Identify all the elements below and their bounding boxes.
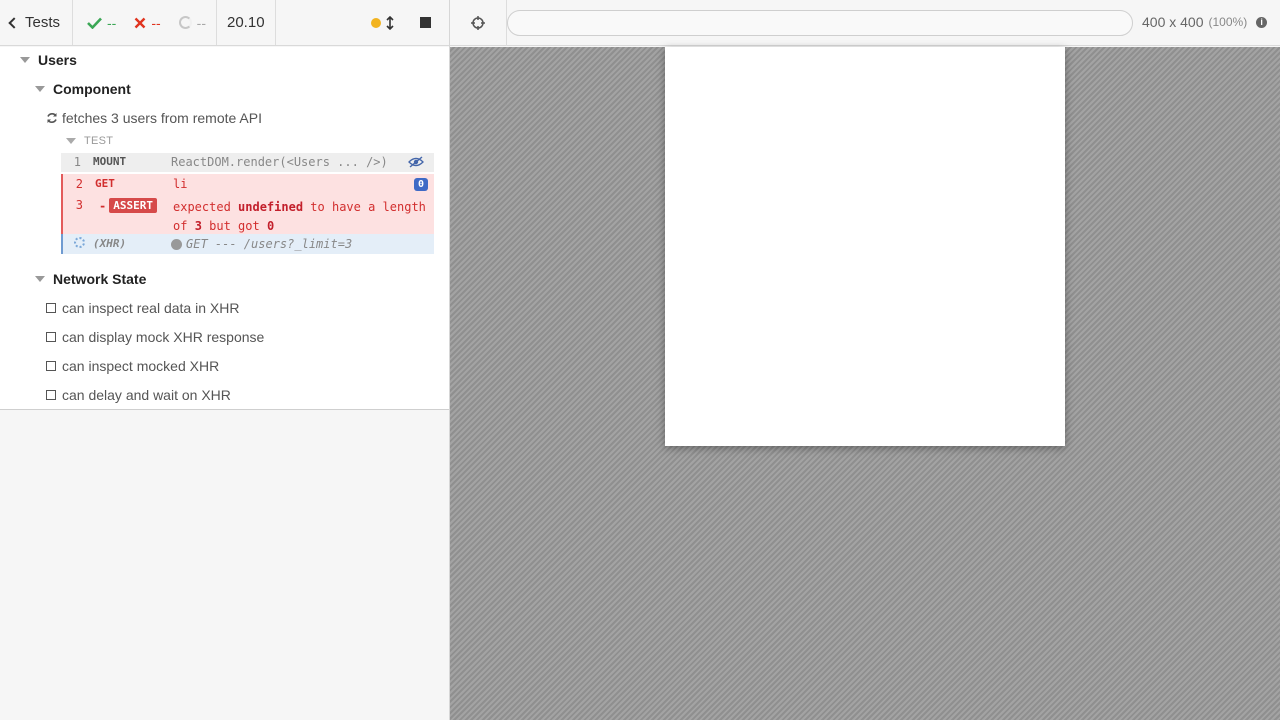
element-count-badge: 0: [413, 178, 428, 191]
command-message: ReactDOM.render(<Users ... />): [171, 155, 388, 169]
test-title: can inspect real data in XHR: [62, 300, 240, 316]
assert-message: expected undefined to have a length of 3…: [173, 198, 433, 236]
command-name-wrap: - ASSERT: [99, 198, 157, 213]
caret-down-icon: [35, 86, 45, 92]
aut-header: 400 x 400 (100%) i: [450, 0, 1280, 46]
suite-title: Users: [38, 52, 77, 68]
selector-playground-button[interactable]: [450, 0, 507, 46]
refresh-icon: [47, 113, 57, 123]
suite-title: Network State: [53, 271, 147, 287]
command-xhr[interactable]: (XHR) GET --- /users?_limit=3: [61, 234, 434, 254]
suite-component[interactable]: Component: [35, 81, 131, 97]
test-item[interactable]: can inspect real data in XHR: [46, 300, 239, 316]
msg-text: but got: [209, 219, 260, 233]
loading-spinner: [71, 237, 85, 251]
eye-slash-icon: [408, 156, 424, 168]
assert-badge: ASSERT: [109, 198, 157, 213]
msg-text: to have a length: [310, 200, 426, 214]
viewport-size: 400 x 400: [1142, 14, 1204, 30]
caret-down-icon: [35, 276, 45, 282]
reporter-panel: Tests -- -- -- 20.10 Users Component fet…: [0, 0, 450, 720]
msg-value: 3: [194, 219, 202, 233]
tests-label: Tests: [25, 14, 61, 31]
run-controls: [276, 0, 449, 45]
test-section-header[interactable]: TEST: [66, 135, 113, 147]
msg-text: expected: [173, 200, 231, 214]
stop-icon[interactable]: [420, 17, 431, 28]
command-name: MOUNT: [93, 155, 127, 168]
msg-value: undefined: [238, 200, 304, 214]
suite-users[interactable]: Users: [20, 52, 77, 68]
test-title: fetches 3 users from remote API: [62, 110, 262, 126]
test-status-icon: [46, 332, 56, 342]
caret-down-icon: [66, 138, 76, 144]
passed-count: --: [107, 14, 117, 31]
app-iframe[interactable]: [665, 47, 1065, 446]
test-header-label: TEST: [84, 135, 114, 147]
check-icon: [87, 17, 102, 29]
test-fetches-users[interactable]: fetches 3 users from remote API: [46, 110, 262, 126]
command-message: li: [173, 177, 188, 191]
command-message: GET --- /users?_limit=3: [186, 237, 353, 251]
command-number: 1: [73, 155, 81, 169]
reporter-toolbar: Tests -- -- -- 20.10: [0, 0, 449, 46]
test-stats: -- -- --: [73, 0, 217, 45]
url-input[interactable]: [507, 10, 1133, 36]
test-item[interactable]: can inspect mocked XHR: [46, 358, 219, 374]
command-assert[interactable]: 3 - ASSERT expected undefined to have a …: [61, 195, 434, 234]
test-title: can delay and wait on XHR: [62, 387, 231, 403]
chevron-left-icon: [8, 16, 20, 29]
arrows-vertical-icon: [386, 15, 394, 30]
pending-stat: --: [178, 14, 206, 31]
spinner-icon: [74, 237, 85, 248]
running-status-dot: [371, 17, 381, 28]
caret-down-icon: [20, 57, 30, 63]
auto-scroll-toggle[interactable]: [371, 15, 394, 30]
tests-button[interactable]: Tests: [0, 0, 74, 45]
runnables-list: Users Component fetches 3 users from rem…: [0, 47, 449, 410]
run-duration: 20.10: [217, 0, 276, 45]
assert-dash: -: [99, 198, 107, 213]
x-icon: [134, 17, 146, 28]
viewport-scale: (100%): [1208, 15, 1248, 29]
test-title: can inspect mocked XHR: [62, 358, 220, 374]
failed-stat: --: [134, 14, 161, 31]
msg-text: of: [173, 219, 188, 233]
suite-title: Component: [53, 81, 131, 97]
test-title: can display mock XHR response: [62, 329, 265, 345]
crosshair-icon: [471, 16, 485, 30]
test-status-icon: [46, 361, 56, 371]
test-status-icon: [46, 303, 56, 313]
command-mount[interactable]: 1 MOUNT ReactDOM.render(<Users ... />): [61, 153, 434, 172]
command-name: (XHR): [93, 237, 127, 250]
command-get[interactable]: 2 GET li 0: [61, 174, 434, 195]
pending-dot-icon: [171, 238, 182, 250]
aut-canvas: [450, 47, 1280, 720]
pending-ring-icon: [178, 16, 192, 29]
test-item[interactable]: can delay and wait on XHR: [46, 387, 231, 403]
command-name: GET: [95, 177, 115, 190]
viewport-info[interactable]: 400 x 400 (100%) i: [1142, 14, 1268, 30]
passed-stat: --: [87, 15, 116, 31]
info-icon[interactable]: i: [1256, 16, 1268, 28]
command-message-wrap: GET --- /users?_limit=3: [171, 237, 352, 251]
suite-network-state[interactable]: Network State: [35, 271, 146, 287]
failed-count: --: [151, 14, 161, 31]
command-number: 2: [75, 177, 83, 191]
test-item[interactable]: can display mock XHR response: [46, 329, 264, 345]
msg-value: 0: [266, 219, 275, 233]
test-status-icon: [46, 390, 56, 400]
pending-count: --: [196, 14, 206, 31]
command-number: 3: [75, 198, 83, 212]
